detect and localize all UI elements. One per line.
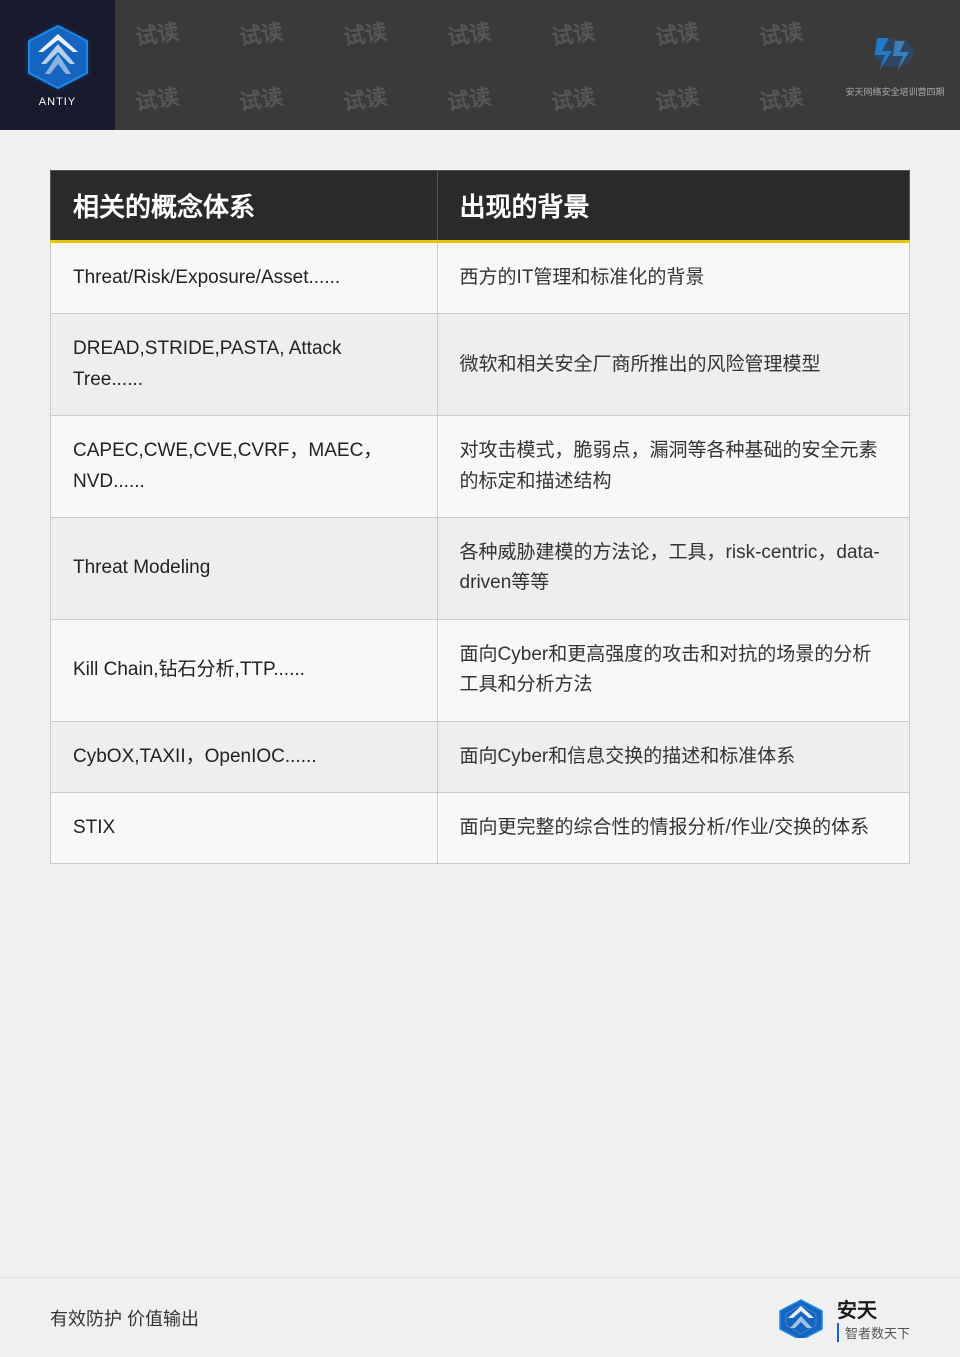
header: ANTIY 试读 试读 试读 试读 试读 试读 试读 试读 试读 试读 试读 试… xyxy=(0,0,960,130)
footer-left-text: 有效防护 价值输出 xyxy=(50,1305,199,1331)
table-cell-col2: 面向Cyber和更高强度的攻击和对抗的场景的分析工具和分析方法 xyxy=(437,619,909,721)
main-content: 试读试读试读试读试读试读试读试读试读试读试读试读试读试读试读试读试读试读试读试读… xyxy=(0,130,960,894)
wm-item: 试读 xyxy=(549,79,597,117)
wm-item: 试读 xyxy=(445,14,493,52)
data-table: 相关的概念体系 出现的背景 Threat/Risk/Exposure/Asset… xyxy=(50,170,910,864)
table-cell-col2: 面向Cyber和信息交换的描述和标准体系 xyxy=(437,721,909,792)
table-cell-col1: Kill Chain,钻石分析,TTP...... xyxy=(51,619,438,721)
footer-logo: 安天 智者数天下 xyxy=(776,1294,910,1342)
watermark-item: 试读 xyxy=(737,886,790,894)
header-watermarks: 试读 试读 试读 试读 试读 试读 试读 试读 试读 试读 试读 试读 试读 试… xyxy=(115,0,830,130)
right-logo-icon xyxy=(867,33,922,78)
logo-label: ANTIY xyxy=(39,96,76,108)
logo-box: ANTIY xyxy=(0,0,115,130)
footer-brand-sub: 智者数天下 xyxy=(837,1323,910,1342)
table-cell-col1: CybOX,TAXII，OpenIOC...... xyxy=(51,721,438,792)
table-row: CybOX,TAXII，OpenIOC......面向Cyber和信息交换的描述… xyxy=(51,721,910,792)
wm-item: 试读 xyxy=(757,14,805,52)
logo-hexagon xyxy=(23,22,93,92)
footer-brand-name: 安天 xyxy=(837,1294,877,1323)
wm-item: 试读 xyxy=(237,14,285,52)
header-right-logo: 安天网络安全培训营四期 xyxy=(830,0,960,130)
table-body: Threat/Risk/Exposure/Asset......西方的IT管理和… xyxy=(51,242,910,864)
wm-item: 试读 xyxy=(133,14,181,52)
table-cell-col1: Threat Modeling xyxy=(51,517,438,619)
footer: 有效防护 价值输出 安天 智者数天下 xyxy=(0,1277,960,1357)
table-row: STIX面向更完整的综合性的情报分析/作业/交换的体系 xyxy=(51,792,910,863)
table-cell-col1: STIX xyxy=(51,792,438,863)
watermark-item: 试读 xyxy=(507,886,560,894)
wm-item: 试读 xyxy=(341,79,389,117)
table-cell-col2: 微软和相关安全厂商所推出的风险管理模型 xyxy=(437,314,909,416)
footer-right: 安天 智者数天下 xyxy=(776,1294,910,1342)
right-logo-text: 安天网络安全培训营四期 xyxy=(845,85,944,98)
header-watermark-area: 试读 试读 试读 试读 试读 试读 试读 试读 试读 试读 试读 试读 试读 试… xyxy=(115,0,830,130)
col1-header: 相关的概念体系 xyxy=(51,171,438,242)
wm-item: 试读 xyxy=(653,79,701,117)
table-cell-col2: 各种威胁建模的方法论，工具，risk-centric，data-driven等等 xyxy=(437,517,909,619)
wm-item: 试读 xyxy=(341,14,389,52)
watermark-item: 试读 xyxy=(277,886,330,894)
wm-item: 试读 xyxy=(549,14,597,52)
table-cell-col1: DREAD,STRIDE,PASTA, Attack Tree...... xyxy=(51,314,438,416)
table-row: Threat Modeling各种威胁建模的方法论，工具，risk-centri… xyxy=(51,517,910,619)
table-row: CAPEC,CWE,CVE,CVRF，MAEC，NVD......对攻击模式，脆… xyxy=(51,416,910,518)
table-cell-col2: 西方的IT管理和标准化的背景 xyxy=(437,242,909,314)
wm-item: 试读 xyxy=(445,79,493,117)
table-cell-col1: Threat/Risk/Exposure/Asset...... xyxy=(51,242,438,314)
table-row: Threat/Risk/Exposure/Asset......西方的IT管理和… xyxy=(51,242,910,314)
table-cell-col2: 对攻击模式，脆弱点，漏洞等各种基础的安全元素的标定和描述结构 xyxy=(437,416,909,518)
table-header-row: 相关的概念体系 出现的背景 xyxy=(51,171,910,242)
table-row: Kill Chain,钻石分析,TTP......面向Cyber和更高强度的攻击… xyxy=(51,619,910,721)
wm-item: 试读 xyxy=(757,79,805,117)
col2-header: 出现的背景 xyxy=(437,171,909,242)
table-cell-col1: CAPEC,CWE,CVE,CVRF，MAEC，NVD...... xyxy=(51,416,438,518)
table-row: DREAD,STRIDE,PASTA, Attack Tree......微软和… xyxy=(51,314,910,416)
wm-item: 试读 xyxy=(133,79,181,117)
watermark-item: 试读 xyxy=(47,886,100,894)
watermark-row-1: 试读 试读 试读 试读 试读 试读 试读 xyxy=(115,9,830,57)
watermark-row-2: 试读 试读 试读 试读 试读 试读 试读 xyxy=(115,74,830,122)
wm-item: 试读 xyxy=(653,14,701,52)
footer-logo-icon xyxy=(776,1298,826,1338)
wm-item: 试读 xyxy=(237,79,285,117)
table-cell-col2: 面向更完整的综合性的情报分析/作业/交换的体系 xyxy=(437,792,909,863)
